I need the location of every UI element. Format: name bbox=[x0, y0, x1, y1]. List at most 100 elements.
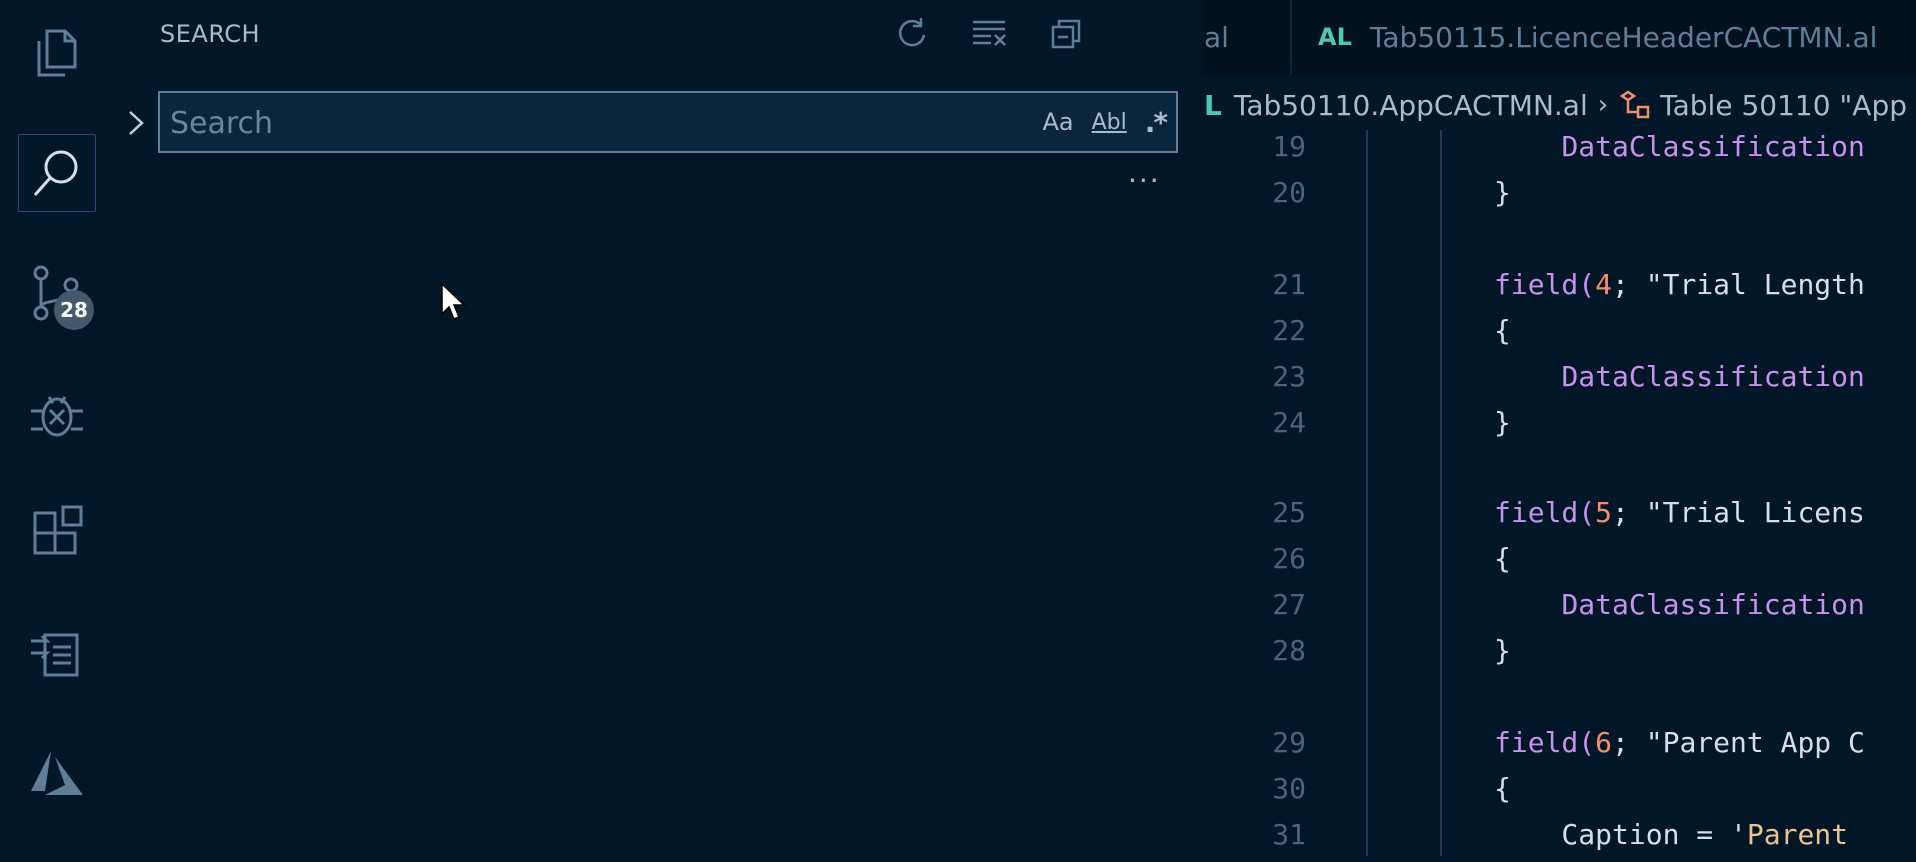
code-token: } bbox=[1494, 634, 1511, 667]
collapse-all-button[interactable] bbox=[1048, 14, 1086, 52]
code-token: ; "Trial Licens bbox=[1612, 496, 1865, 529]
clear-all-icon bbox=[973, 20, 1006, 46]
breadcrumb-file[interactable]: Tab50110.AppCACTMN.al bbox=[1234, 89, 1588, 122]
explorer-button[interactable] bbox=[18, 14, 96, 92]
tab-previous[interactable]: al bbox=[1204, 0, 1229, 74]
source-control-badge: 28 bbox=[54, 290, 94, 330]
code-token: 4 bbox=[1595, 268, 1613, 301]
source-control-button[interactable]: 28 bbox=[18, 254, 96, 332]
code-line[interactable]: 19 DataClassification bbox=[1204, 130, 1916, 174]
code-line[interactable]: 30 { bbox=[1204, 772, 1916, 816]
code-text: } bbox=[1494, 176, 1511, 209]
search-options: Aa Abl .* bbox=[1042, 103, 1168, 141]
files-icon bbox=[37, 29, 77, 77]
code-text: } bbox=[1494, 406, 1511, 439]
code-token: 6 bbox=[1595, 726, 1613, 759]
code-line[interactable]: 20} bbox=[1204, 176, 1916, 220]
code-token: DataClassification bbox=[1561, 360, 1865, 393]
line-number: 25 bbox=[1272, 496, 1306, 529]
refresh-icon bbox=[898, 18, 926, 47]
code-view[interactable]: 19 DataClassification 20} 21 field(4; "Tria… bbox=[1204, 130, 1916, 856]
code-line[interactable]: 25 field(5; "Trial Licens bbox=[1204, 496, 1916, 540]
search-panel: SEARCH Aa Abl .* ... bbox=[108, 0, 1204, 856]
code-token: { bbox=[1494, 772, 1511, 805]
code-token: ; "Trial Length bbox=[1612, 268, 1865, 301]
code-text: DataClassification bbox=[1494, 588, 1865, 621]
tab-separator bbox=[1290, 0, 1292, 74]
debug-icon bbox=[31, 396, 83, 437]
code-line[interactable]: 22 { bbox=[1204, 314, 1916, 358]
code-text: DataClassification bbox=[1494, 360, 1865, 393]
remote-explorer-icon bbox=[31, 633, 79, 677]
code-line[interactable]: 21 field(4; "Trial Length bbox=[1204, 268, 1916, 312]
code-line[interactable]: 24} bbox=[1204, 406, 1916, 450]
code-token: 5 bbox=[1595, 496, 1613, 529]
code-line[interactable]: 31 Caption = 'Parent bbox=[1204, 818, 1916, 862]
tab-label: al bbox=[1204, 20, 1229, 54]
extensions-button[interactable] bbox=[18, 494, 96, 572]
editor-area: al AL Tab50115.LicenceHeaderCACTMN.al L … bbox=[1204, 0, 1916, 856]
tab-licence-header[interactable]: AL Tab50115.LicenceHeaderCACTMN.al bbox=[1318, 0, 1877, 74]
code-token: { bbox=[1494, 542, 1511, 575]
al-file-icon: L bbox=[1204, 88, 1222, 122]
chevron-right-icon bbox=[129, 111, 144, 135]
code-text: DataClassification bbox=[1494, 130, 1865, 163]
run-debug-button[interactable] bbox=[18, 374, 96, 452]
line-number: 29 bbox=[1272, 726, 1306, 759]
code-line[interactable]: 29 field(6; "Parent App C bbox=[1204, 726, 1916, 770]
code-line[interactable]: 23 DataClassification bbox=[1204, 360, 1916, 404]
toggle-search-details-button[interactable]: ... bbox=[1128, 156, 1161, 189]
code-token: } bbox=[1494, 176, 1511, 209]
search-box: Aa Abl .* bbox=[158, 91, 1178, 153]
activity-bar: 28 bbox=[0, 0, 108, 856]
line-number: 23 bbox=[1272, 360, 1306, 393]
match-whole-word-button[interactable]: Abl bbox=[1092, 103, 1127, 141]
remote-explorer-button[interactable] bbox=[18, 614, 96, 692]
editor-tabs: al AL Tab50115.LicenceHeaderCACTMN.al bbox=[1204, 0, 1916, 74]
code-token: Parent bbox=[1746, 818, 1865, 851]
code-text: { bbox=[1494, 772, 1511, 805]
line-number: 30 bbox=[1272, 772, 1306, 805]
azure-icon bbox=[31, 751, 83, 795]
toggle-replace-button[interactable] bbox=[124, 106, 150, 140]
use-regex-button[interactable]: .* bbox=[1145, 103, 1168, 141]
search-button[interactable] bbox=[18, 134, 96, 212]
match-case-button[interactable]: Aa bbox=[1042, 103, 1073, 141]
code-text: { bbox=[1494, 542, 1511, 575]
search-input[interactable] bbox=[160, 93, 992, 153]
code-token: { bbox=[1494, 314, 1511, 347]
code-text: } bbox=[1494, 634, 1511, 667]
breadcrumb: L Tab50110.AppCACTMN.al › Table 50110 "A… bbox=[1204, 82, 1907, 128]
code-line[interactable]: 27 DataClassification bbox=[1204, 588, 1916, 632]
code-token: } bbox=[1494, 406, 1511, 439]
code-token: Caption = ' bbox=[1494, 818, 1747, 851]
code-line[interactable]: 28} bbox=[1204, 634, 1916, 678]
code-text: field(5; "Trial Licens bbox=[1494, 496, 1865, 529]
code-token: DataClassification bbox=[1561, 588, 1865, 621]
code-token: DataClassification bbox=[1561, 130, 1865, 163]
code-line[interactable]: 26 { bbox=[1204, 542, 1916, 586]
code-text: { bbox=[1494, 314, 1511, 347]
line-number: 24 bbox=[1272, 406, 1306, 439]
code-token: field( bbox=[1494, 268, 1596, 301]
clear-results-button[interactable] bbox=[970, 14, 1008, 52]
code-text: field(6; "Parent App C bbox=[1494, 726, 1865, 759]
symbol-structure-icon bbox=[1619, 90, 1650, 119]
line-number: 19 bbox=[1272, 130, 1306, 163]
panel-actions bbox=[892, 14, 1086, 52]
line-number: 31 bbox=[1272, 818, 1306, 851]
extensions-icon bbox=[33, 505, 83, 555]
refresh-button[interactable] bbox=[892, 14, 930, 52]
code-token: ; "Parent App C bbox=[1612, 726, 1865, 759]
line-number: 28 bbox=[1272, 634, 1306, 667]
tab-label: Tab50115.LicenceHeaderCACTMN.al bbox=[1369, 20, 1878, 54]
code-token: field( bbox=[1494, 726, 1596, 759]
breadcrumb-symbol[interactable]: Table 50110 "App bbox=[1660, 89, 1907, 122]
search-icon bbox=[33, 150, 78, 196]
azure-button[interactable] bbox=[18, 734, 96, 812]
line-number: 21 bbox=[1272, 268, 1306, 301]
code-text: Caption = 'Parent bbox=[1494, 818, 1865, 851]
